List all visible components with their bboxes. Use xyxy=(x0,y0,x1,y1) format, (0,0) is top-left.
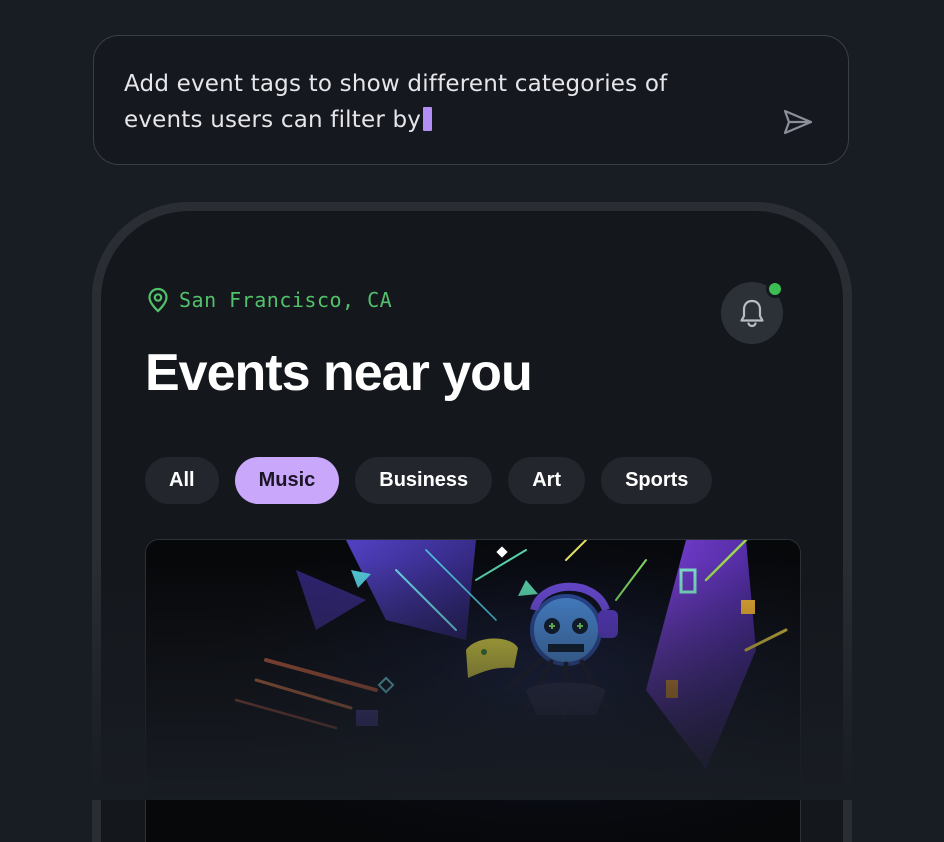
notifications-button[interactable] xyxy=(721,280,784,344)
phone-screen: San Francisco, CA Events near you All Mu… xyxy=(101,211,843,842)
event-card[interactable] xyxy=(145,539,801,842)
location-text: San Francisco, CA xyxy=(179,288,393,312)
text-caret xyxy=(423,107,433,131)
prompt-input[interactable]: Add event tags to show different categor… xyxy=(124,66,744,138)
filter-chip-business[interactable]: Business xyxy=(355,457,493,504)
phone-frame: San Francisco, CA Events near you All Mu… xyxy=(92,202,852,842)
location-pin-icon xyxy=(148,287,168,313)
event-illustration xyxy=(146,540,800,842)
notification-dot xyxy=(766,280,784,298)
send-icon xyxy=(783,109,813,135)
filter-chip-sports[interactable]: Sports xyxy=(601,457,713,504)
location-row[interactable]: San Francisco, CA xyxy=(147,287,392,313)
prompt-box[interactable]: Add event tags to show different categor… xyxy=(93,35,849,165)
filter-chip-art[interactable]: Art xyxy=(508,457,586,504)
send-button[interactable] xyxy=(780,106,816,138)
prompt-text: Add event tags to show different categor… xyxy=(124,71,668,133)
page-title: Events near you xyxy=(145,344,533,402)
filter-chip-all[interactable]: All xyxy=(145,457,219,504)
filter-chip-music[interactable]: Music xyxy=(234,457,340,504)
filter-chips: All Music Business Art Sports xyxy=(145,457,713,504)
bell-icon xyxy=(740,299,764,328)
